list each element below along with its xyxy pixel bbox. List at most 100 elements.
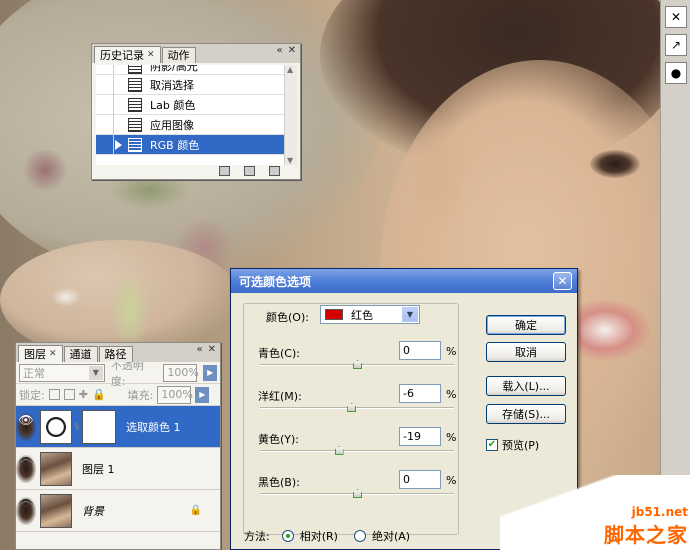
panel-dock-button[interactable]: ●: [665, 62, 687, 84]
history-list: 阴影/高光 取消选择 Lab 颜色 应用图像 RGB 颜色: [96, 65, 286, 165]
snapshot-source-box[interactable]: [96, 74, 114, 95]
color-select-value: 红色: [351, 308, 373, 322]
opacity-slider-button[interactable]: ▶: [203, 364, 218, 381]
blend-mode-value: 正常: [23, 366, 45, 380]
dialog-title-bar[interactable]: 可选颜色选项 ✕: [231, 269, 577, 293]
close-icon[interactable]: ✕: [288, 45, 296, 56]
tab-history[interactable]: 历史记录 ✕: [94, 46, 161, 63]
method-label: 方法:: [244, 530, 270, 543]
slider-value-input[interactable]: 0: [399, 470, 441, 489]
slider-value-input[interactable]: 0: [399, 341, 441, 360]
absolute-radio[interactable]: [353, 530, 366, 542]
history-item-selected[interactable]: RGB 颜色: [96, 134, 286, 155]
history-state-icon: [128, 137, 142, 152]
colors-label: 颜色(O):: [266, 311, 309, 324]
photo-detail: [52, 288, 80, 306]
close-icon[interactable]: ✕: [147, 48, 155, 63]
fill-slider-button[interactable]: ▶: [195, 386, 210, 403]
lock-position-icon[interactable]: ✚: [79, 388, 88, 401]
percent-sign: %: [446, 431, 457, 444]
fill-label: 填充:: [127, 388, 154, 402]
slider-label: 黑色(B):: [258, 476, 300, 489]
history-item[interactable]: 应用图像: [96, 114, 286, 135]
slider-track[interactable]: [260, 407, 454, 409]
dialog-title: 可选颜色选项: [239, 274, 312, 289]
eye-icon[interactable]: 👁: [16, 496, 36, 525]
percent-sign: %: [446, 388, 457, 401]
tab-paths[interactable]: 路径: [98, 346, 133, 362]
lock-transparent-icon[interactable]: [48, 389, 60, 400]
lock-pixels-icon[interactable]: [63, 389, 75, 400]
history-footer: [92, 163, 300, 179]
slider-value-input[interactable]: -19: [399, 427, 441, 446]
cancel-button[interactable]: 取消: [486, 342, 566, 362]
history-panel-tabs: 历史记录 ✕ 动作 « ✕: [92, 44, 300, 63]
slider-track[interactable]: [260, 450, 454, 452]
tab-label: 图层: [24, 347, 46, 361]
camera-snapshot-icon[interactable]: [244, 166, 255, 176]
history-state-icon: [128, 77, 142, 92]
history-item[interactable]: 阴影/高光: [96, 65, 286, 75]
snapshot-source-box[interactable]: [96, 134, 122, 155]
close-icon[interactable]: ✕: [49, 347, 57, 362]
fill-value: 100%: [161, 388, 193, 401]
panel-dock-button[interactable]: ✕: [665, 6, 687, 28]
colors-row: 颜色(O):: [266, 309, 309, 325]
adjustment-layer-icon: [40, 409, 72, 444]
slider-label: 洋红(M):: [258, 390, 302, 403]
save-button[interactable]: 存储(S)...: [486, 404, 566, 424]
snapshot-source-box[interactable]: [96, 114, 114, 135]
color-select[interactable]: 红色 ▼: [320, 305, 420, 324]
snapshot-source-box[interactable]: [96, 65, 114, 74]
history-panel: 历史记录 ✕ 动作 « ✕ 阴影/高光 取消选择 Lab 颜色 应用图像 RGB…: [91, 43, 301, 180]
blend-mode-select[interactable]: 正常 ▼: [19, 363, 105, 382]
relative-radio[interactable]: [281, 530, 294, 542]
relative-label: 相对(R): [299, 530, 338, 543]
tab-channels[interactable]: 通道: [63, 346, 98, 362]
photo-detail: [110, 270, 150, 350]
preview-checkbox[interactable]: ✔ 预览(P): [486, 437, 539, 453]
tab-layers[interactable]: 图层 ✕: [18, 345, 63, 362]
slider-label: 青色(C):: [258, 347, 300, 360]
layer-thumbnail: [40, 451, 72, 486]
right-panel-strip: ✕ ↗ ●: [660, 0, 690, 550]
eye-icon[interactable]: 👁: [16, 412, 36, 441]
close-icon[interactable]: ✕: [208, 344, 216, 355]
layer-options-row: 正常 ▼ 不透明度: 100% ▶: [16, 359, 220, 388]
history-scrollbar[interactable]: ▲ ▼: [284, 65, 297, 165]
fill-input[interactable]: 100%: [157, 385, 193, 404]
eye-icon[interactable]: 👁: [16, 454, 36, 483]
snapshot-source-box[interactable]: [96, 94, 114, 115]
tab-label: 通道: [69, 348, 92, 361]
lock-all-icon[interactable]: 🔒: [92, 388, 106, 401]
layer-row[interactable]: 👁 图层 1: [16, 448, 220, 490]
panel-dock-button[interactable]: ↗: [665, 34, 687, 56]
history-item-label: 取消选择: [150, 78, 194, 92]
history-item-label: RGB 颜色: [150, 138, 200, 152]
opacity-input[interactable]: 100%: [163, 363, 199, 382]
close-button[interactable]: ✕: [553, 272, 572, 290]
photo-detail: [408, 120, 468, 230]
tab-actions[interactable]: 动作: [161, 47, 196, 63]
history-item[interactable]: 取消选择: [96, 74, 286, 95]
layer-row[interactable]: 👁 背景 🔒: [16, 490, 220, 532]
dot-icon: ●: [670, 66, 682, 80]
site-watermark: jb51.net 脚本之家: [604, 505, 688, 548]
photo-detail: [590, 150, 640, 178]
load-button[interactable]: 载入(L)...: [486, 376, 566, 396]
layer-name: 图层 1: [82, 462, 115, 476]
trash-icon[interactable]: [269, 166, 280, 176]
absolute-label: 绝对(A): [371, 530, 411, 543]
ok-button[interactable]: 确定: [486, 315, 566, 335]
layer-mask-thumbnail[interactable]: [82, 409, 116, 444]
minimize-icon[interactable]: «: [276, 45, 282, 56]
scroll-up-icon[interactable]: ▲: [287, 65, 293, 74]
slider-value-input[interactable]: -6: [399, 384, 441, 403]
new-document-from-state-icon[interactable]: [219, 166, 230, 176]
chain-link-icon[interactable]: §: [72, 422, 82, 432]
percent-sign: %: [446, 474, 457, 487]
layer-row-selected[interactable]: 👁 § 选取颜色 1: [16, 406, 220, 448]
opacity-value: 100%: [167, 366, 199, 379]
minimize-icon[interactable]: «: [196, 344, 202, 355]
history-item[interactable]: Lab 颜色: [96, 94, 286, 115]
